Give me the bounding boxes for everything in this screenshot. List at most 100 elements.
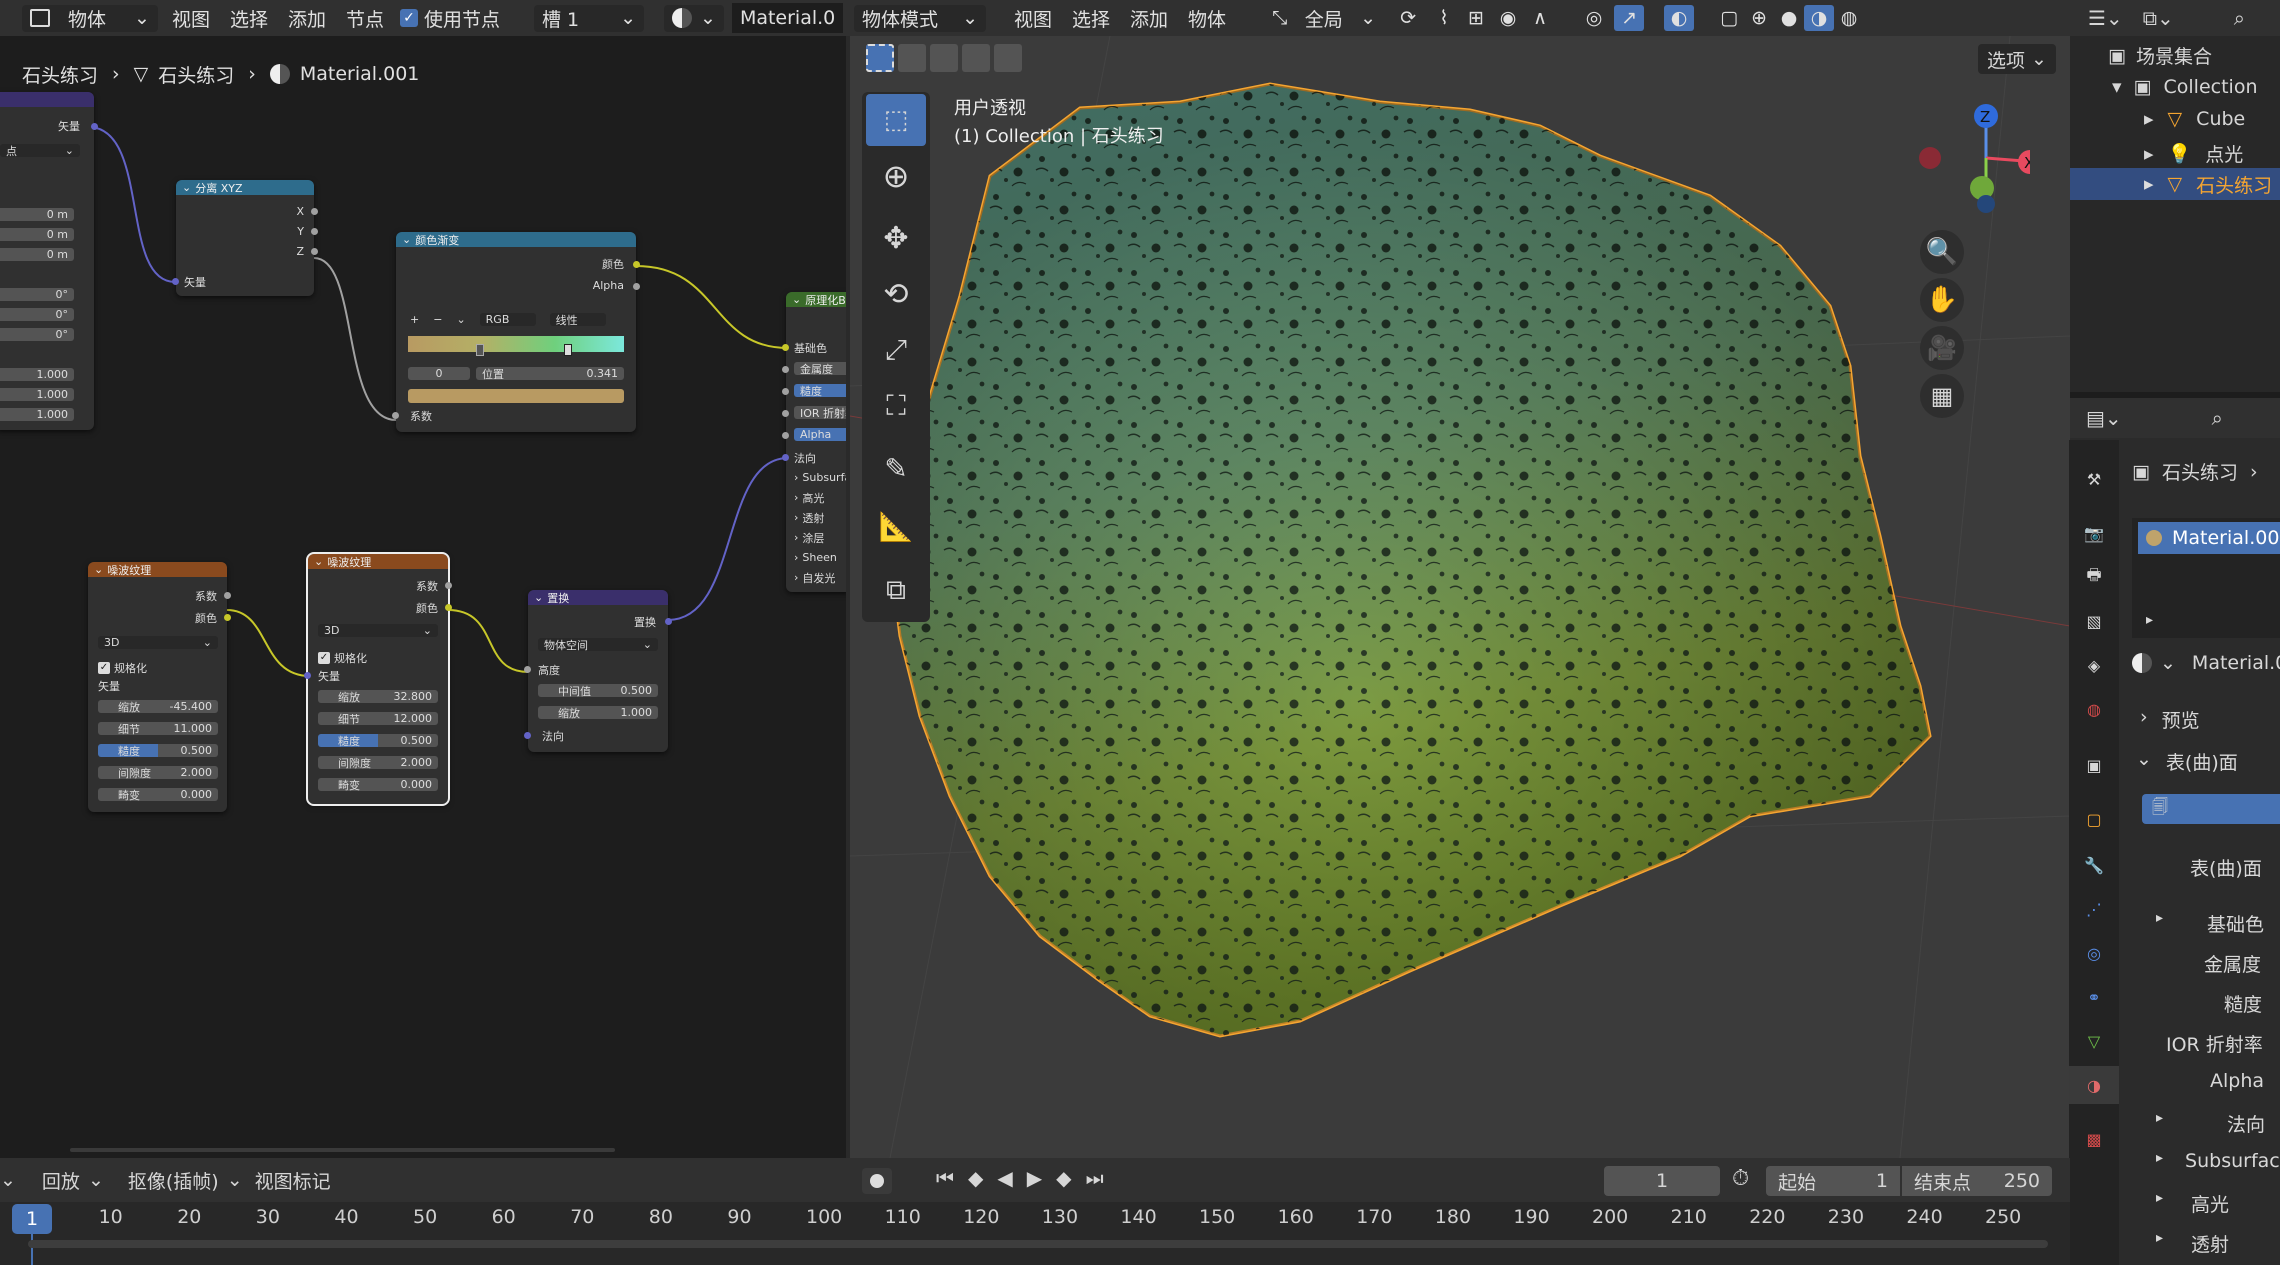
tab-object[interactable]: ▢ [2069,800,2119,838]
tab-data[interactable]: ▽ [2069,1022,2119,1060]
tab-collection[interactable]: ▣ [2069,746,2119,784]
socket-z[interactable] [311,248,318,255]
stop-position[interactable]: 位置 0.341 [476,367,624,381]
transform-orientation-dropdown[interactable]: ⤡ 全局 ⌄ [1264,5,1384,32]
outliner-item-light[interactable]: ▸ 💡 点光 [2144,140,2243,167]
add-cube-tool[interactable]: ⧉ [866,564,926,616]
options-dropdown[interactable]: 选项 ⌄ [1978,44,2056,74]
socket-fac[interactable] [445,582,452,589]
midlevel-field[interactable]: 中间值 0.500 [538,684,658,698]
transform-tool[interactable]: ⛶ [866,380,926,432]
socket-color[interactable] [633,261,640,268]
socket-ior[interactable] [782,410,789,417]
noise-texture-node-1[interactable]: ⌄ 噪波纹理 系数 颜色 3D ⌄ ✓ 规格化 矢量 缩放 -45.400 细节 11.0… [88,562,231,812]
detail-field[interactable]: 细节 12.000 [318,712,438,726]
play-reverse-icon[interactable]: ◀ [997,1166,1012,1190]
separate-xyz-node[interactable]: ⌄ 分离 XYZ X Y Z 矢量 [172,180,318,296]
scale-field[interactable]: 缩放 -45.400 [98,700,218,714]
shading-wireframe-icon[interactable]: ⊕ [1744,7,1774,29]
search-icon[interactable]: ⌕ [2212,406,2223,430]
shading-rendered-icon[interactable]: ◍ [1834,7,1864,29]
record-button[interactable] [862,1168,892,1194]
outliner-item-collection[interactable]: ▾ ▣ Collection [2112,76,2257,98]
stop-color-swatch[interactable] [408,389,624,403]
panel-sheen[interactable]: › Sheen [786,550,850,565]
tab-material[interactable]: ◑ [2069,1066,2119,1104]
location-z[interactable]: 0 m [0,248,74,261]
socket-normal[interactable] [782,454,789,461]
socket-displacement[interactable] [665,618,672,625]
scale-z[interactable]: 1.000 [0,408,74,421]
socket-color[interactable] [224,614,231,621]
prop-normal[interactable]: ▸ 法向 [2156,1110,2265,1137]
dimension-dropdown[interactable]: 3D ⌄ [318,624,438,637]
current-frame-field[interactable]: 1 [1604,1166,1720,1196]
color-ramp-node[interactable]: ⌄ 颜色渐变 颜色 Alpha + − ⌄ RGB 线性 0 位置 0.341 系数 [392,232,640,432]
keying-menu[interactable]: 抠像(插帧) ⌄ [120,1167,251,1194]
expand-icon[interactable]: ▾ [2112,76,2122,98]
rotation-x[interactable]: 0° [0,288,74,301]
socket-alpha-in[interactable] [782,432,789,439]
snap-icon[interactable]: ⌇ [1428,7,1460,29]
use-nodes-button[interactable]: 🗐 [2142,794,2280,824]
noise-texture-node-2[interactable]: ⌄ 噪波纹理 系数 颜色 3D ⌄ ✓ 规格化 矢量 缩放 32.800 细节 12.00… [304,552,452,806]
roughness-field[interactable]: 糙度 0.500 [318,734,438,748]
gizmo-icon[interactable]: ↗ [1614,5,1645,31]
viewport-3d[interactable] [850,36,2070,1158]
rotation-y[interactable]: 0° [0,308,74,321]
ramp-stop[interactable] [564,344,572,356]
socket-normal[interactable] [524,732,531,739]
xray-icon[interactable]: ▢ [1714,7,1744,29]
grid-view-icon[interactable]: ▦ [1920,374,1964,418]
stop-index[interactable]: 0 [408,367,470,380]
proportional-edit-icon[interactable]: ◉ [1492,7,1524,29]
socket-height[interactable] [524,666,531,673]
jump-end-icon[interactable]: ⏭ [1086,1166,1104,1190]
location-y[interactable]: 0 m [0,228,74,241]
panel-coat[interactable]: › 涂层 [786,530,850,545]
outliner-root[interactable]: ▣ 场景集合 [2108,42,2212,69]
alpha-field[interactable]: Alpha [794,428,850,441]
menu-view[interactable]: 视图 [1004,5,1062,32]
tab-constraints[interactable]: ⚭ [2069,978,2119,1016]
menu-add[interactable]: 添加 [1120,5,1178,32]
tab-world[interactable]: ◍ [2069,690,2119,728]
expand-icon[interactable]: ▸ [2144,108,2154,130]
tab-output[interactable]: 🖶 [2069,558,2119,596]
socket-x[interactable] [311,208,318,215]
select-extend-icon[interactable] [898,44,926,72]
space-dropdown[interactable]: 物体空间 ⌄ [538,638,658,652]
lacunarity-field[interactable]: 间隙度 2.000 [318,756,438,770]
rotate-tool[interactable]: ⟲ [866,268,926,320]
prop-subsurface[interactable]: ▸ Subsurface [2156,1150,2280,1172]
socket-vector-in[interactable] [304,672,311,679]
ramp-stop[interactable] [476,344,484,356]
prop-metallic[interactable]: 金属度 [2204,950,2261,977]
playback-menu[interactable]: 回放 ⌄ [34,1167,112,1194]
tab-texture[interactable]: ▩ [2069,1120,2119,1158]
jump-start-icon[interactable]: ⏮ [936,1166,954,1190]
end-frame-field[interactable]: 结束点 250 [1902,1166,2052,1196]
scale-x[interactable]: 1.000 [0,368,74,381]
prop-specular[interactable]: ▸ 高光 [2156,1190,2229,1217]
prop-base-color[interactable]: ▸ 基础色 [2156,910,2264,937]
scale-field[interactable]: 缩放 1.000 [538,706,658,720]
next-keyframe-icon[interactable]: ◆ [1056,1166,1071,1190]
clock-icon[interactable]: ⏱ [1732,1166,1749,1191]
object-mode-dropdown[interactable]: 物体模式 ⌄ [854,4,986,32]
tab-scene[interactable]: ◈ [2069,646,2119,684]
socket-y[interactable] [311,228,318,235]
socket-fac-in[interactable] [392,412,399,419]
socket-metallic[interactable] [782,366,789,373]
ramp-gradient[interactable] [408,336,624,352]
distortion-field[interactable]: 畸变 0.000 [318,778,438,792]
metallic-field[interactable]: 金属度 [794,362,850,375]
outliner-item-cube[interactable]: ▸ ▽ Cube [2144,108,2245,130]
move-tool[interactable]: ✥ [866,212,926,264]
checkbox[interactable]: ✓ [318,651,330,664]
panel-emission[interactable]: › 自发光 [786,570,850,585]
socket-fac[interactable] [224,592,231,599]
pan-hand-icon[interactable]: ✋ [1920,278,1964,322]
socket-base-color[interactable] [782,344,789,351]
expand-icon[interactable]: ▸ [2144,173,2154,195]
